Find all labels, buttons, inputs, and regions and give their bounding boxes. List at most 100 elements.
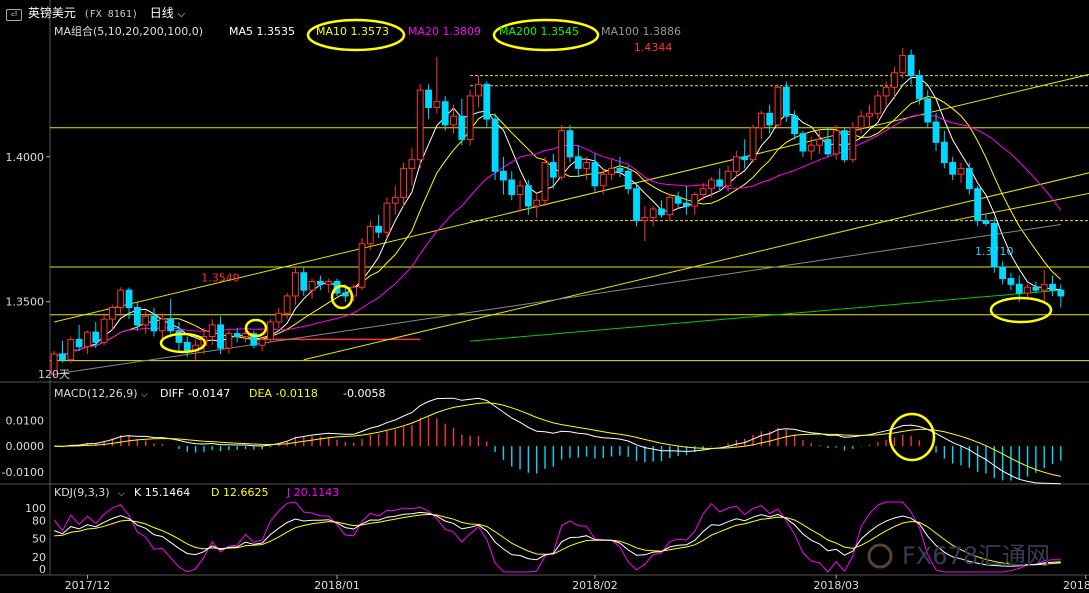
candlestick — [974, 188, 982, 222]
candlestick — [524, 185, 532, 207]
macd-readout: -0.0058 — [343, 387, 385, 400]
kdj-readout: K 15.1464 — [134, 486, 190, 499]
ma-readout-ma5: MA5 1.3535 — [229, 25, 295, 38]
candlestick — [108, 307, 116, 320]
kdj-y-tick-label: 100 — [25, 502, 46, 515]
candlestick — [957, 167, 965, 175]
candlestick — [899, 54, 907, 74]
candlestick — [566, 130, 574, 158]
candlestick — [633, 188, 640, 222]
candlestick — [300, 272, 308, 291]
candlestick — [624, 170, 632, 190]
candlestick — [791, 115, 799, 135]
candlestick — [1057, 289, 1065, 297]
ma100-line — [54, 224, 1061, 375]
macd-indicator-label: MACD(12,26,9) — [54, 387, 138, 400]
candlestick — [591, 162, 599, 187]
candlestick — [75, 338, 83, 348]
x-axis-label: 2018/02 — [572, 579, 618, 592]
highlight-ellipse — [989, 296, 1053, 324]
kdj-y-tick-label: 0 — [39, 563, 46, 576]
candlestick — [275, 312, 283, 323]
candlestick — [940, 141, 948, 164]
candlestick — [1007, 278, 1015, 285]
candlestick — [225, 333, 233, 349]
candlestick — [84, 331, 91, 348]
candlestick — [708, 179, 715, 190]
highlight-ellipse — [330, 284, 354, 310]
ma-readout-ma20: MA20 1.3809 — [408, 25, 481, 38]
macd-y-tick-label: -0.0100 — [2, 466, 44, 479]
candlestick — [533, 199, 541, 207]
candlestick — [616, 167, 624, 172]
ma-readout-ma200: MA200 1.3545 — [499, 25, 579, 38]
candlestick — [982, 220, 990, 224]
candlestick — [674, 196, 682, 204]
candlestick — [458, 115, 466, 140]
candlestick — [167, 318, 175, 332]
candlestick — [425, 89, 432, 109]
ma-indicator-label: MA组合(5,10,20,200,100,0) — [54, 24, 203, 38]
candlestick — [849, 127, 857, 161]
x-axis-label: 2018/01 — [314, 579, 360, 592]
candlestick — [757, 112, 765, 129]
candlestick — [716, 179, 724, 187]
candlestick — [408, 159, 416, 169]
candlestick — [1032, 286, 1040, 291]
candlestick — [516, 185, 524, 195]
candlestick — [142, 315, 150, 326]
candlestick — [658, 208, 665, 216]
candlestick — [117, 289, 125, 309]
back-arrow-icon[interactable]: ⏎ — [6, 9, 22, 21]
chart-header: ⏎ 英镑美元 (FX 8161) 日线 ⌵ — [6, 4, 185, 21]
kdj-readout: D 12.6625 — [211, 486, 268, 499]
candlestick — [874, 95, 882, 114]
candlestick — [450, 115, 457, 126]
candlestick — [491, 118, 499, 172]
candlestick — [741, 156, 749, 161]
candlestick — [341, 292, 349, 297]
macd-y-tick-label: 0.0000 — [6, 440, 45, 453]
x-axis-label: 2018/03 — [813, 579, 859, 592]
price-y-tick-label: 1.4000 — [6, 151, 45, 164]
chevron-down-icon: ⌵ — [118, 489, 125, 499]
candlestick — [100, 318, 108, 343]
candlestick — [133, 307, 141, 326]
candlestick — [932, 121, 940, 143]
price-y-tick-label: 1.3500 — [6, 296, 45, 309]
candlestick — [691, 193, 699, 207]
period-selector[interactable]: 日线 — [150, 6, 174, 20]
kdj-readout: J 20.1143 — [286, 486, 339, 499]
price-annotation: 1.3710 — [975, 245, 1014, 258]
highlight-ellipse — [159, 332, 207, 354]
kdj-indicator-label: KDJ(9,3,3) — [54, 486, 110, 499]
chart-canvas: 1.40001.35001.35491.43441.37101.43761.34… — [0, 0, 1089, 592]
candlestick — [158, 318, 166, 332]
candlestick — [558, 130, 566, 178]
candlestick — [441, 101, 449, 126]
candlestick — [907, 54, 915, 77]
candlestick — [366, 225, 374, 245]
candlestick — [1024, 286, 1031, 294]
candlestick — [915, 75, 923, 100]
instrument-name: 英镑美元 — [27, 6, 76, 20]
kdj-y-tick-label: 50 — [32, 533, 46, 546]
candlestick — [857, 115, 865, 129]
candlestick — [924, 98, 932, 123]
candlestick — [807, 144, 815, 152]
candlestick — [391, 196, 399, 204]
price-annotation: 1.4344 — [634, 41, 673, 54]
candlestick — [574, 156, 582, 169]
candlestick — [816, 138, 823, 146]
candlestick — [508, 179, 516, 195]
candlestick — [292, 272, 299, 297]
macd-readout: DEA -0.0118 — [249, 387, 318, 400]
x-axis-label: 2018/04 — [1063, 579, 1089, 592]
candlestick — [1040, 283, 1048, 291]
candlestick — [724, 170, 732, 187]
candlestick — [965, 167, 973, 190]
candlestick — [383, 202, 391, 233]
chevron-down-icon[interactable]: ⌵ — [178, 9, 186, 20]
candlestick — [183, 341, 191, 352]
ma10-line — [54, 95, 1062, 358]
